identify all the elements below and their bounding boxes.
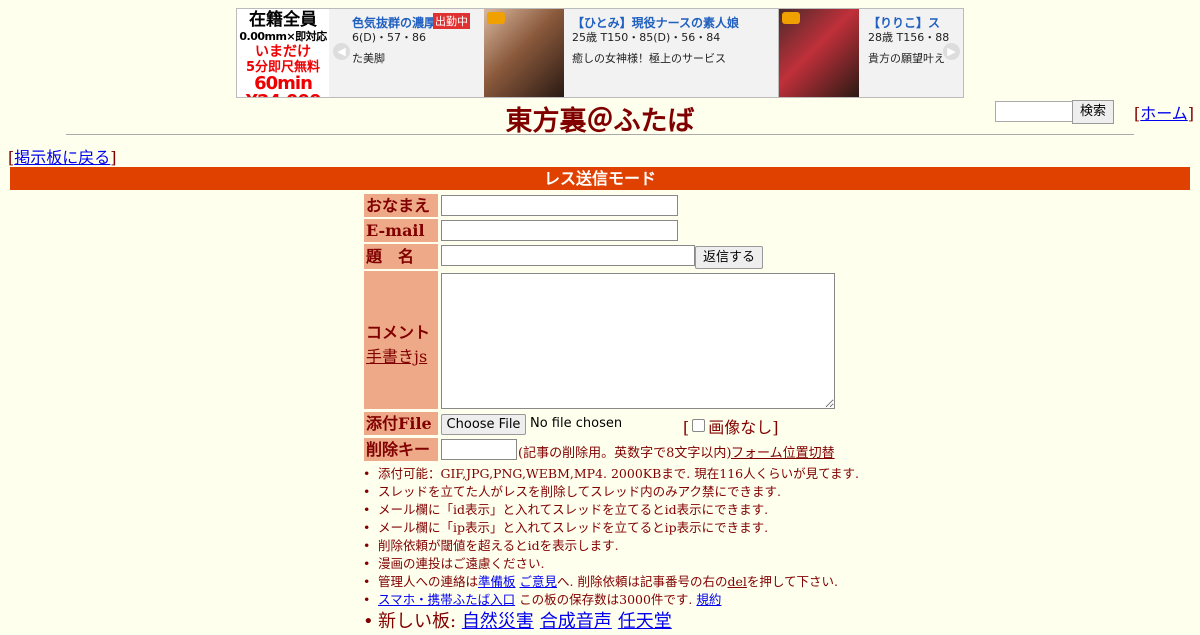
- email-label: E-mail: [364, 219, 438, 242]
- chevron-left-icon[interactable]: ◀: [333, 43, 350, 60]
- ad-logo-icon: [487, 12, 505, 24]
- file-label: 添付File: [364, 412, 438, 435]
- rule-text: この板の保存数は3000件です.: [519, 592, 693, 607]
- back-to-board-link[interactable]: 掲示板に戻る: [14, 148, 110, 167]
- comment-label-cell: コメント 手書きjs: [364, 271, 438, 409]
- ad-promo-line: いまだけ: [255, 44, 311, 60]
- form-position-toggle-link[interactable]: フォーム位置切替: [731, 442, 835, 461]
- email-input[interactable]: [441, 220, 678, 241]
- board-link[interactable]: 合成音声: [540, 611, 612, 632]
- ad-card[interactable]: 【りりこ】ス 28歳 T156・88 貴方の願望叶え: [779, 9, 963, 97]
- back-link-wrapper: [掲示板に戻る]: [8, 148, 117, 167]
- list-item-new-boards: 新しい板: 自然災害合成音声任天堂: [363, 609, 859, 635]
- rule-text: を押して下さい.: [746, 574, 838, 589]
- new-boards-label: 新しい板:: [378, 611, 457, 632]
- terms-link[interactable]: 規約: [696, 592, 721, 607]
- choose-file-button[interactable]: Choose File: [441, 414, 526, 435]
- list-item: 管理人への連絡は準備板 ご意見へ. 削除依頼は記事番号の右のdelを押して下さい…: [363, 573, 859, 591]
- delete-key-input[interactable]: [441, 439, 517, 460]
- del-text: del: [727, 574, 747, 589]
- home-link[interactable]: ホーム: [1140, 104, 1188, 123]
- no-image-checkbox[interactable]: [692, 419, 706, 432]
- ad-card-desc: 癒しの女神様！極上のサービス: [572, 52, 726, 65]
- mobile-entrance-link[interactable]: スマホ・携帯ふたば入口: [378, 592, 515, 607]
- ad-logo-icon: [782, 12, 800, 24]
- submit-reply-button[interactable]: 返信する: [695, 246, 763, 269]
- delete-key-label: 削除キー: [364, 438, 438, 461]
- chevron-right-icon[interactable]: ▶: [943, 43, 960, 60]
- rule-text: 管理人への連絡は: [378, 574, 479, 589]
- list-item: 漫画の連投はご遠慮ください.: [363, 555, 859, 573]
- list-item: スレッドを立てた人がレスを削除してスレッド内のみアク禁にできます.: [363, 483, 859, 501]
- draw-js-link[interactable]: 手書きjs: [366, 347, 427, 366]
- subject-input[interactable]: [441, 245, 695, 266]
- list-item: メール欄に「ip表示」と入れてスレッドを立てるとip表示にできます.: [363, 519, 859, 537]
- file-status-text: No file chosen: [530, 416, 623, 431]
- rule-text: へ. 削除依頼は記事番号の右の: [557, 574, 728, 589]
- list-item: スマホ・携帯ふたば入口 この板の保存数は3000件です. 規約: [363, 591, 859, 609]
- home-link-wrapper: [ホーム]: [1134, 104, 1195, 123]
- ad-status-badge: 出勤中: [433, 13, 470, 29]
- reply-mode-bar: レス送信モード: [10, 167, 1190, 190]
- board-link[interactable]: 任天堂: [618, 611, 672, 632]
- search-input[interactable]: [995, 101, 1077, 122]
- ad-promo-line: 在籍全員: [249, 10, 317, 30]
- no-image-label: 画像なし: [708, 418, 773, 437]
- comment-label: コメント: [366, 323, 431, 342]
- rules-list: 添付可能：GIF,JPG,PNG,WEBM,MP4. 2000KBまで. 現在1…: [363, 465, 859, 635]
- no-image-option: [画像なし]: [683, 418, 779, 437]
- subject-label: 題 名: [364, 244, 438, 269]
- ad-promo-line: 60min ¥24,000: [246, 73, 322, 98]
- comment-textarea[interactable]: [441, 273, 835, 409]
- ad-card-desc: 貴方の願望叶え: [868, 52, 945, 65]
- ad-card-spec: 28歳 T156・88: [868, 31, 950, 44]
- name-input[interactable]: [441, 195, 678, 216]
- divider: [66, 134, 1134, 135]
- list-item: 削除依頼が閾値を超えるとidを表示します.: [363, 537, 859, 555]
- ad-card-spec: 25歳 T150・85(D)・56・84: [572, 31, 721, 44]
- ad-card-spec: 6(D)・57・86: [352, 31, 427, 44]
- list-item: メール欄に「id表示」と入れてスレッドを立てるとid表示にできます.: [363, 501, 859, 519]
- board-link[interactable]: 自然災害: [462, 611, 534, 632]
- feedback-link[interactable]: ご意見: [520, 574, 558, 589]
- ad-promo-line: 0.00mm×即対応: [239, 30, 327, 43]
- ad-card-desc: た美脚: [352, 52, 385, 65]
- prep-board-link[interactable]: 準備板: [478, 574, 516, 589]
- name-label: おなまえ: [364, 194, 438, 217]
- search-button[interactable]: 検索: [1072, 100, 1114, 124]
- list-item: 添付可能：GIF,JPG,PNG,WEBM,MP4. 2000KBまで. 現在1…: [363, 465, 859, 483]
- ad-promo-image[interactable]: 在籍全員 0.00mm×即対応 いまだけ 5分即尺無料 60min ¥24,00…: [237, 9, 329, 97]
- delete-key-note: (記事の削除用。英数字で8文字以内): [518, 446, 732, 461]
- ad-banner[interactable]: 在籍全員 0.00mm×即対応 いまだけ 5分即尺無料 60min ¥24,00…: [236, 8, 964, 98]
- ad-card[interactable]: 【ひとみ】現役ナースの素人娘 25歳 T150・85(D)・56・84 癒しの女…: [484, 9, 779, 97]
- ad-card[interactable]: 色気抜群の濃厚 出勤中 6(D)・57・86 た美脚: [329, 9, 485, 97]
